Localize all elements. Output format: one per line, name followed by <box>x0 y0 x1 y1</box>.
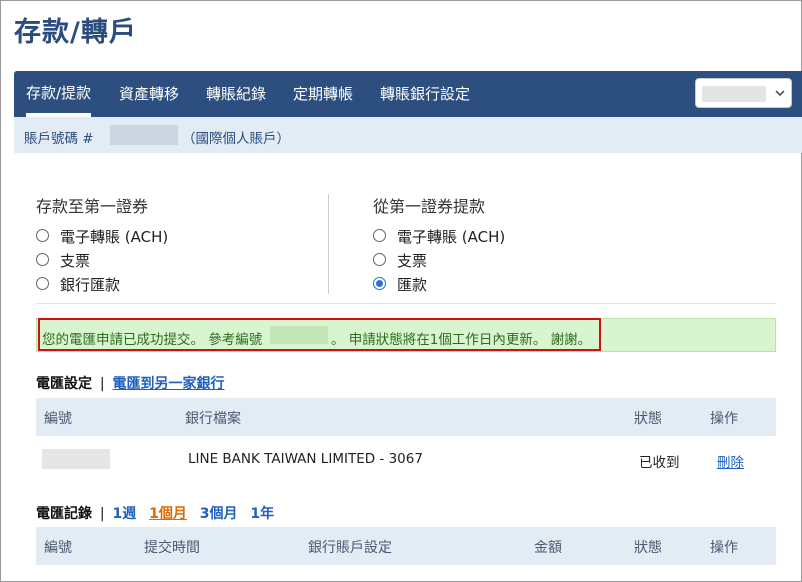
chevron-down-icon <box>774 83 786 106</box>
page-title: 存款/轉戶 <box>14 17 137 48</box>
wire-records-table-header: 編號 提交時間 銀行賬戶設定 金額 狀態 操作 <box>36 527 776 565</box>
column-header-action: 操作 <box>710 411 738 427</box>
tab-asset-transfer[interactable]: 資產轉移 <box>119 71 179 117</box>
table-row: LINE BANK TAIWAN LIMITED - 3067 已收到 刪除 <box>36 437 776 481</box>
wire-settings-title: 電匯設定 <box>36 376 92 392</box>
record-number-masked <box>42 449 110 469</box>
tab-bank-settings[interactable]: 轉賬銀行設定 <box>380 71 470 117</box>
account-select[interactable] <box>695 78 792 108</box>
section-divider <box>36 303 776 304</box>
tab-deposit-withdraw[interactable]: 存款/提款 <box>26 71 92 117</box>
account-number-label: 賬戶號碼 # <box>24 131 94 147</box>
deposit-title: 存款至第一證券 <box>36 197 149 216</box>
column-header-bank-profile: 銀行檔案 <box>185 411 241 427</box>
withdraw-title: 從第一證券提款 <box>373 197 486 216</box>
status-cell: 已收到 <box>639 455 680 471</box>
column-header-status: 狀態 <box>634 540 662 556</box>
radio-button-selected[interactable] <box>373 277 386 290</box>
radio-button[interactable] <box>36 229 49 242</box>
wire-records-title: 電匯記錄 <box>36 506 92 522</box>
filter-1-week[interactable]: 1週 <box>112 506 136 522</box>
account-bar: 賬戶號碼 # （國際個人賬戶） <box>14 117 802 153</box>
column-header-bank-account: 銀行賬戶設定 <box>308 540 392 556</box>
separator: | <box>99 506 105 522</box>
account-number-masked <box>110 125 178 145</box>
delete-link[interactable]: 刪除 <box>717 451 744 471</box>
tab-scheduled-transfer[interactable]: 定期轉帳 <box>293 71 353 117</box>
column-header-amount: 金額 <box>534 540 562 556</box>
main-nav: 存款/提款 資產轉移 轉賬紀錄 定期轉帳 轉賬銀行設定 <box>14 71 802 117</box>
radio-button[interactable] <box>373 229 386 242</box>
alert-highlight-box <box>38 318 601 351</box>
column-header-submit-time: 提交時間 <box>144 540 200 556</box>
wire-settings-table-header: 編號 銀行檔案 狀態 操作 <box>36 398 776 436</box>
bank-profile-cell: LINE BANK TAIWAN LIMITED - 3067 <box>188 451 423 467</box>
filter-1-year[interactable]: 1年 <box>250 506 274 522</box>
withdraw-option-wire[interactable]: 匯款 <box>373 274 573 294</box>
filter-1-month[interactable]: 1個月 <box>149 506 187 522</box>
tab-transfer-records[interactable]: 轉賬紀錄 <box>206 71 266 117</box>
withdraw-option-ach[interactable]: 電子轉賬 (ACH) <box>373 226 573 246</box>
radio-button[interactable] <box>373 253 386 266</box>
column-header-number: 編號 <box>44 540 72 556</box>
deposit-option-wire[interactable]: 銀行匯款 <box>36 274 236 294</box>
column-divider <box>328 194 329 294</box>
radio-button[interactable] <box>36 277 49 290</box>
wire-records-header: 電匯記錄 | 1週 1個月 3個月 1年 <box>36 503 274 523</box>
filter-3-months[interactable]: 3個月 <box>200 506 238 522</box>
wire-to-another-bank-link[interactable]: 電匯到另一家銀行 <box>112 376 224 392</box>
account-select-value-masked <box>702 86 766 102</box>
deposit-option-ach[interactable]: 電子轉賬 (ACH) <box>36 226 236 246</box>
column-header-number: 編號 <box>44 411 72 427</box>
deposit-option-check[interactable]: 支票 <box>36 250 236 270</box>
column-header-action: 操作 <box>710 540 738 556</box>
separator: | <box>99 376 105 392</box>
wire-settings-header: 電匯設定 | 電匯到另一家銀行 <box>36 373 224 393</box>
withdraw-option-check[interactable]: 支票 <box>373 250 573 270</box>
account-type-label: （國際個人賬戶） <box>182 131 290 147</box>
radio-button[interactable] <box>36 253 49 266</box>
column-header-status: 狀態 <box>634 411 662 427</box>
